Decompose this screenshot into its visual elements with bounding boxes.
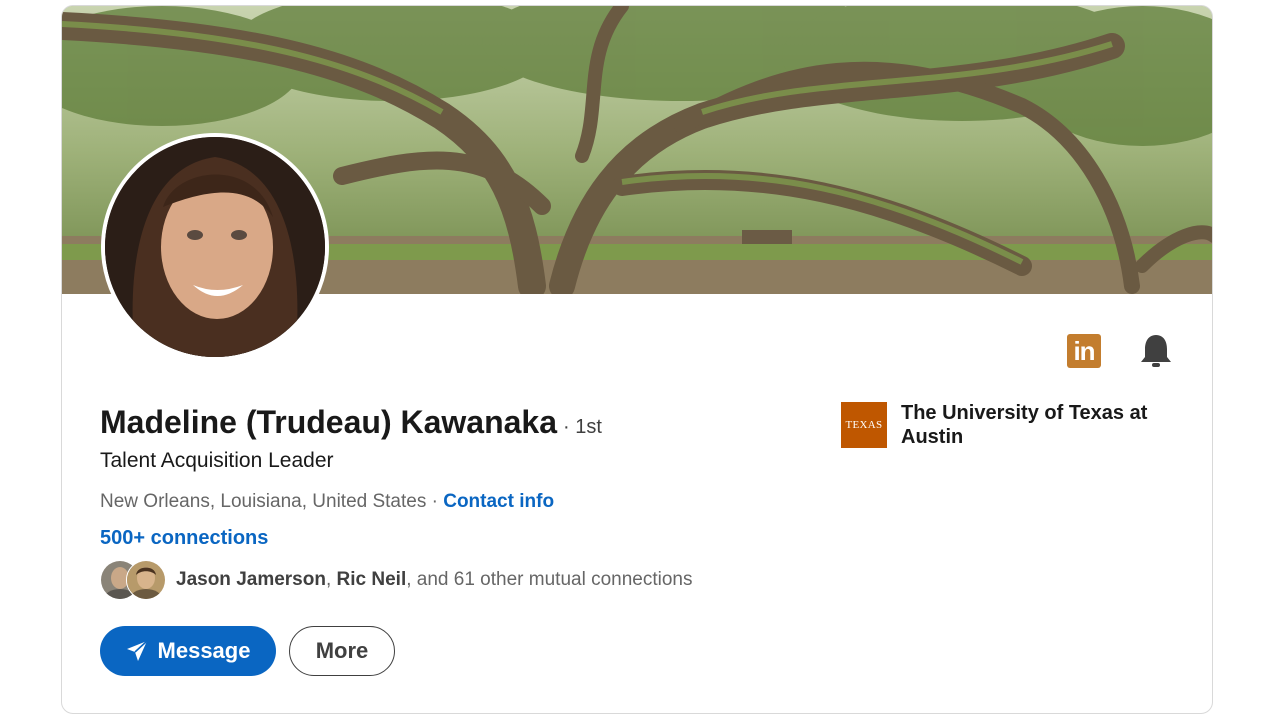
- connection-degree: · 1st: [563, 416, 602, 438]
- send-icon: [126, 640, 148, 661]
- message-button[interactable]: Message: [100, 626, 276, 676]
- bell-icon[interactable]: [1138, 332, 1174, 370]
- school-name: The University of Texas at Austin: [901, 402, 1148, 448]
- university-logo: TEXAS: [841, 402, 887, 448]
- avatar: [126, 560, 166, 600]
- mutual-first: Jason Jamerson: [176, 569, 326, 590]
- profile-photo[interactable]: [101, 133, 329, 361]
- profile-location-row: New Orleans, Louisiana, United States · …: [100, 491, 554, 513]
- more-button-label: More: [315, 638, 369, 663]
- mutual-sep: ,: [325, 569, 337, 590]
- message-button-label: Message: [157, 638, 251, 663]
- mutual-connections[interactable]: Jason Jamerson, Ric Neil, and 61 other m…: [100, 560, 692, 600]
- linkedin-icon[interactable]: in: [1067, 334, 1101, 368]
- profile-location: New Orleans, Louisiana, United States: [100, 491, 427, 512]
- mutual-rest: , and 61 other mutual connections: [406, 569, 693, 590]
- profile-headline: Talent Acquisition Leader: [100, 449, 334, 472]
- profile-name: Madeline (Trudeau) Kawanaka · 1st: [100, 404, 602, 441]
- contact-info-link[interactable]: Contact info: [443, 491, 554, 512]
- mutual-second: Ric Neil: [336, 569, 407, 590]
- education-entry[interactable]: TEXAS The University of Texas at Austin: [841, 401, 1171, 449]
- profile-card: in Madeline (Trudeau) Kawanaka · 1st Tale…: [61, 5, 1213, 714]
- mutual-avatars: [100, 560, 168, 600]
- location-separator: ·: [426, 491, 444, 512]
- connections-link[interactable]: 500+ connections: [100, 527, 268, 550]
- profile-name-text: Madeline (Trudeau) Kawanaka: [100, 404, 558, 440]
- university-logo-text: TEXAS: [845, 419, 883, 431]
- more-button[interactable]: More: [289, 626, 395, 676]
